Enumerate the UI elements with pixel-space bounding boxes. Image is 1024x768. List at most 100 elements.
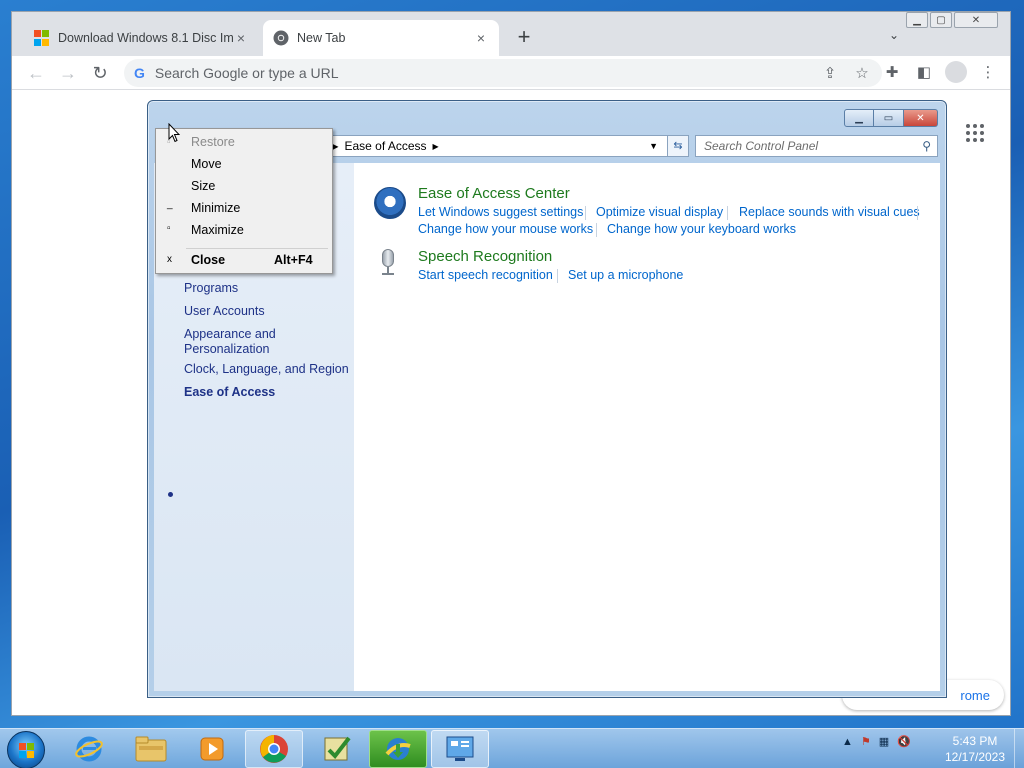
close-button[interactable]: ✕: [954, 12, 998, 28]
clock-date: 12/17/2023: [944, 750, 1006, 764]
download-manager-icon: [385, 738, 411, 760]
taskbar-chrome[interactable]: [245, 730, 303, 768]
tab-search-icon[interactable]: ⌄: [884, 28, 904, 48]
tab-download-windows[interactable]: Download Windows 8.1 Disc Ima ×: [24, 20, 259, 56]
ease-of-access-icon: [374, 187, 406, 219]
nav-item-personalization[interactable]: Personalization: [184, 342, 269, 357]
link-start-speech-recognition[interactable]: Start speech recognition: [418, 268, 553, 282]
window-system-menu: ▫ Restore Move Size _ Minimize ▫ Maximiz…: [155, 128, 333, 274]
minimize-glyph-icon: _: [167, 199, 173, 210]
link-separator: [557, 269, 558, 283]
link-optimize-visual-display[interactable]: Optimize visual display: [596, 205, 723, 219]
tab-strip: Download Windows 8.1 Disc Ima × New Tab …: [12, 12, 1010, 56]
menu-item-move[interactable]: Move: [191, 157, 222, 171]
taskbar-internet-explorer[interactable]: [60, 730, 118, 768]
clock-time: 5:43 PM: [952, 734, 998, 748]
network-icon[interactable]: ▦: [879, 735, 889, 748]
checklist-app-icon: [324, 736, 351, 761]
address-dropdown-icon[interactable]: ▼: [649, 141, 658, 151]
menu-item-size[interactable]: Size: [191, 179, 215, 193]
bookmark-star-icon[interactable]: ☆: [850, 64, 874, 82]
action-center-icon[interactable]: ⚑: [861, 735, 871, 748]
windows-flag-icon: [18, 742, 34, 758]
link-separator: [917, 206, 918, 220]
cp-maximize-button[interactable]: ▭: [874, 109, 904, 127]
taskbar-internet-download-manager[interactable]: [369, 730, 427, 768]
taskbar-file-explorer[interactable]: [122, 730, 180, 768]
volume-muted-icon[interactable]: 🔇: [897, 735, 911, 748]
maximize-glyph-icon: ▫: [167, 223, 171, 234]
nav-item-clock-language-region[interactable]: Clock, Language, and Region: [184, 362, 349, 377]
menu-item-maximize[interactable]: Maximize: [191, 223, 244, 237]
extensions-icon[interactable]: ✚: [880, 61, 904, 85]
taskbar-media-player[interactable]: [183, 730, 241, 768]
menu-item-minimize[interactable]: Minimize: [191, 201, 240, 215]
side-panel-icon[interactable]: ◧: [912, 61, 936, 85]
link-set-up-microphone[interactable]: Set up a microphone: [568, 268, 683, 282]
link-let-windows-suggest[interactable]: Let Windows suggest settings: [418, 205, 583, 219]
section-title-speech-recognition[interactable]: Speech Recognition: [418, 248, 552, 265]
cp-close-button[interactable]: ✕: [904, 109, 938, 127]
back-icon[interactable]: ←: [24, 61, 48, 85]
cp-minimize-button[interactable]: ▁: [844, 109, 874, 127]
close-shortcut: Alt+F4: [274, 253, 313, 267]
selected-bullet-icon: [168, 492, 173, 497]
start-button[interactable]: [7, 731, 45, 768]
google-apps-icon[interactable]: [966, 124, 984, 142]
search-icon[interactable]: ⚲: [922, 139, 931, 153]
menu-separator: [186, 248, 328, 249]
new-tab-button[interactable]: +: [512, 26, 536, 50]
system-tray: ▲ ⚑ ▦ 🔇: [842, 735, 911, 749]
omnibox-placeholder: Search Google or type a URL: [154, 65, 339, 81]
chrome-icon: [260, 735, 288, 763]
folder-icon: [135, 736, 167, 762]
microsoft-logo-icon: [34, 30, 50, 46]
tab-title: Download Windows 8.1 Disc Ima: [58, 31, 233, 45]
maximize-button[interactable]: ▢: [930, 12, 952, 28]
forward-icon[interactable]: →: [56, 61, 80, 85]
tab-close-icon[interactable]: ×: [473, 30, 489, 46]
control-panel-icon: [446, 736, 474, 761]
close-glyph-icon: x: [167, 254, 172, 265]
minimize-button[interactable]: ▁: [906, 12, 928, 28]
taskbar-control-panel[interactable]: [431, 730, 489, 768]
tab-new-tab[interactable]: New Tab ×: [263, 20, 499, 56]
reload-icon[interactable]: ↻: [88, 61, 112, 85]
cp-window-controls: ▁ ▭ ✕: [844, 109, 938, 127]
link-separator: [727, 206, 728, 220]
media-player-icon: [200, 737, 224, 761]
omnibox[interactable]: G Search Google or type a URL ⇪ ☆: [124, 59, 882, 87]
link-replace-sounds[interactable]: Replace sounds with visual cues: [739, 205, 920, 219]
cp-search-input[interactable]: Search Control Panel ⚲: [695, 135, 938, 157]
menu-item-close[interactable]: Close: [191, 253, 225, 267]
show-desktop-button[interactable]: [1014, 729, 1024, 768]
cp-search-placeholder: Search Control Panel: [704, 139, 819, 153]
tab-title: New Tab: [297, 31, 346, 45]
link-change-mouse[interactable]: Change how your mouse works: [418, 222, 593, 236]
mouse-cursor-icon: [168, 123, 180, 143]
window-controls: ▁ ▢ ✕: [906, 12, 998, 28]
nav-item-user-accounts[interactable]: User Accounts: [184, 304, 265, 319]
google-g-icon: G: [134, 65, 145, 81]
show-hidden-icons-icon[interactable]: ▲: [842, 736, 853, 748]
tab-close-icon[interactable]: ×: [233, 30, 249, 46]
share-icon[interactable]: ⇪: [818, 64, 842, 82]
profile-avatar-icon[interactable]: [945, 61, 967, 83]
taskbar: ▲ ⚑ ▦ 🔇 5:43 PM 12/17/2023: [0, 728, 1024, 768]
taskbar-app-green-check[interactable]: [308, 730, 366, 768]
breadcrumb-ease-of-access[interactable]: Ease of Access: [345, 139, 427, 153]
menu-kebab-icon[interactable]: ⋮: [976, 61, 1000, 85]
taskbar-clock[interactable]: 5:43 PM 12/17/2023: [940, 733, 1010, 765]
nav-item-programs[interactable]: Programs: [184, 281, 238, 296]
menu-item-restore: Restore: [191, 135, 235, 149]
link-change-keyboard[interactable]: Change how your keyboard works: [607, 222, 796, 236]
internet-explorer-icon: [75, 736, 103, 762]
browser-toolbar: ← → ↻ G Search Google or type a URL ⇪ ☆ …: [12, 56, 1010, 90]
nav-item-ease-of-access[interactable]: Ease of Access: [184, 385, 275, 400]
breadcrumb-arrow-icon[interactable]: ▶: [433, 142, 439, 151]
nav-item-appearance[interactable]: Appearance and: [184, 327, 276, 342]
link-separator: [596, 223, 597, 237]
refresh-icon[interactable]: ⇆: [667, 135, 689, 157]
breadcrumb-arrow-icon[interactable]: ▶: [332, 142, 338, 151]
section-title-ease-of-access-center[interactable]: Ease of Access Center: [418, 185, 570, 202]
